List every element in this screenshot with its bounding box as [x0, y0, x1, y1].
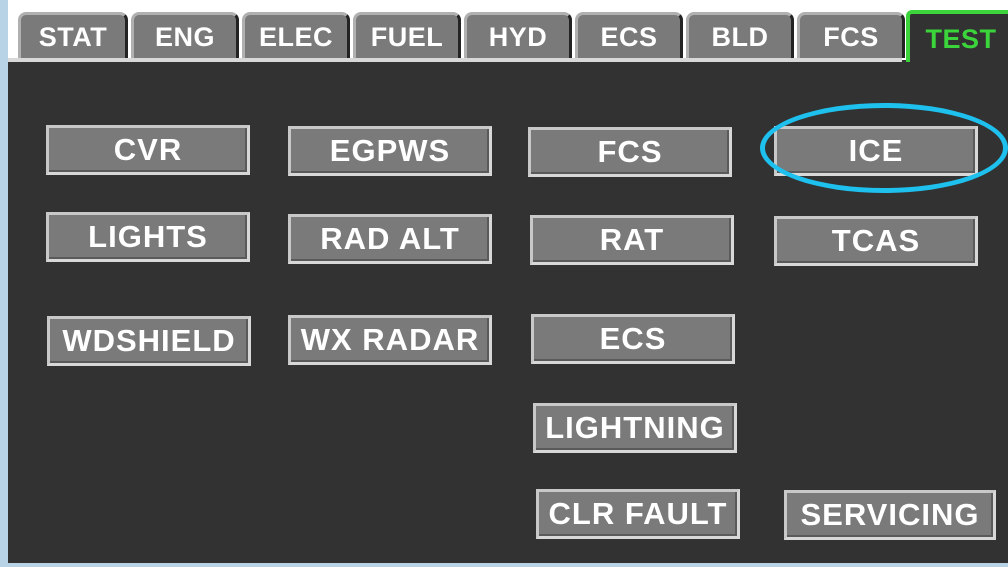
ice-test-button[interactable]: ICE — [774, 126, 978, 176]
tcas-test-button[interactable]: TCAS — [774, 216, 978, 266]
tab-fcs[interactable]: FCS — [797, 12, 905, 58]
lights-test-button[interactable]: LIGHTS — [46, 212, 250, 262]
ecs-test-button[interactable]: ECS — [531, 314, 735, 364]
tab-hyd[interactable]: HYD — [464, 12, 572, 58]
clr-fault-button[interactable]: CLR FAULT — [536, 489, 740, 539]
tab-ecs[interactable]: ECS — [575, 12, 683, 58]
tab-bld[interactable]: BLD — [686, 12, 794, 58]
tab-fuel[interactable]: FUEL — [353, 12, 461, 58]
egpws-test-button[interactable]: EGPWS — [288, 126, 492, 176]
tab-elec[interactable]: ELEC — [242, 12, 350, 58]
rad-alt-test-button[interactable]: RAD ALT — [288, 214, 492, 264]
tab-test[interactable]: TEST — [906, 10, 1008, 62]
fcs-test-button[interactable]: FCS — [528, 127, 732, 177]
tab-underline — [8, 58, 902, 62]
test-page: STAT ENG ELEC FUEL HYD ECS BLD FCS TEST … — [0, 0, 1008, 567]
rat-test-button[interactable]: RAT — [530, 215, 734, 265]
servicing-button[interactable]: SERVICING — [784, 490, 996, 540]
cvr-test-button[interactable]: CVR — [46, 125, 250, 175]
wx-radar-test-button[interactable]: WX RADAR — [288, 315, 492, 365]
lightning-test-button[interactable]: LIGHTNING — [533, 403, 737, 453]
wdshield-test-button[interactable]: WDSHIELD — [47, 316, 251, 366]
tab-eng[interactable]: ENG — [131, 12, 239, 58]
tab-stat[interactable]: STAT — [18, 12, 128, 58]
tab-bar: STAT ENG ELEC FUEL HYD ECS BLD FCS TEST — [8, 0, 1008, 62]
